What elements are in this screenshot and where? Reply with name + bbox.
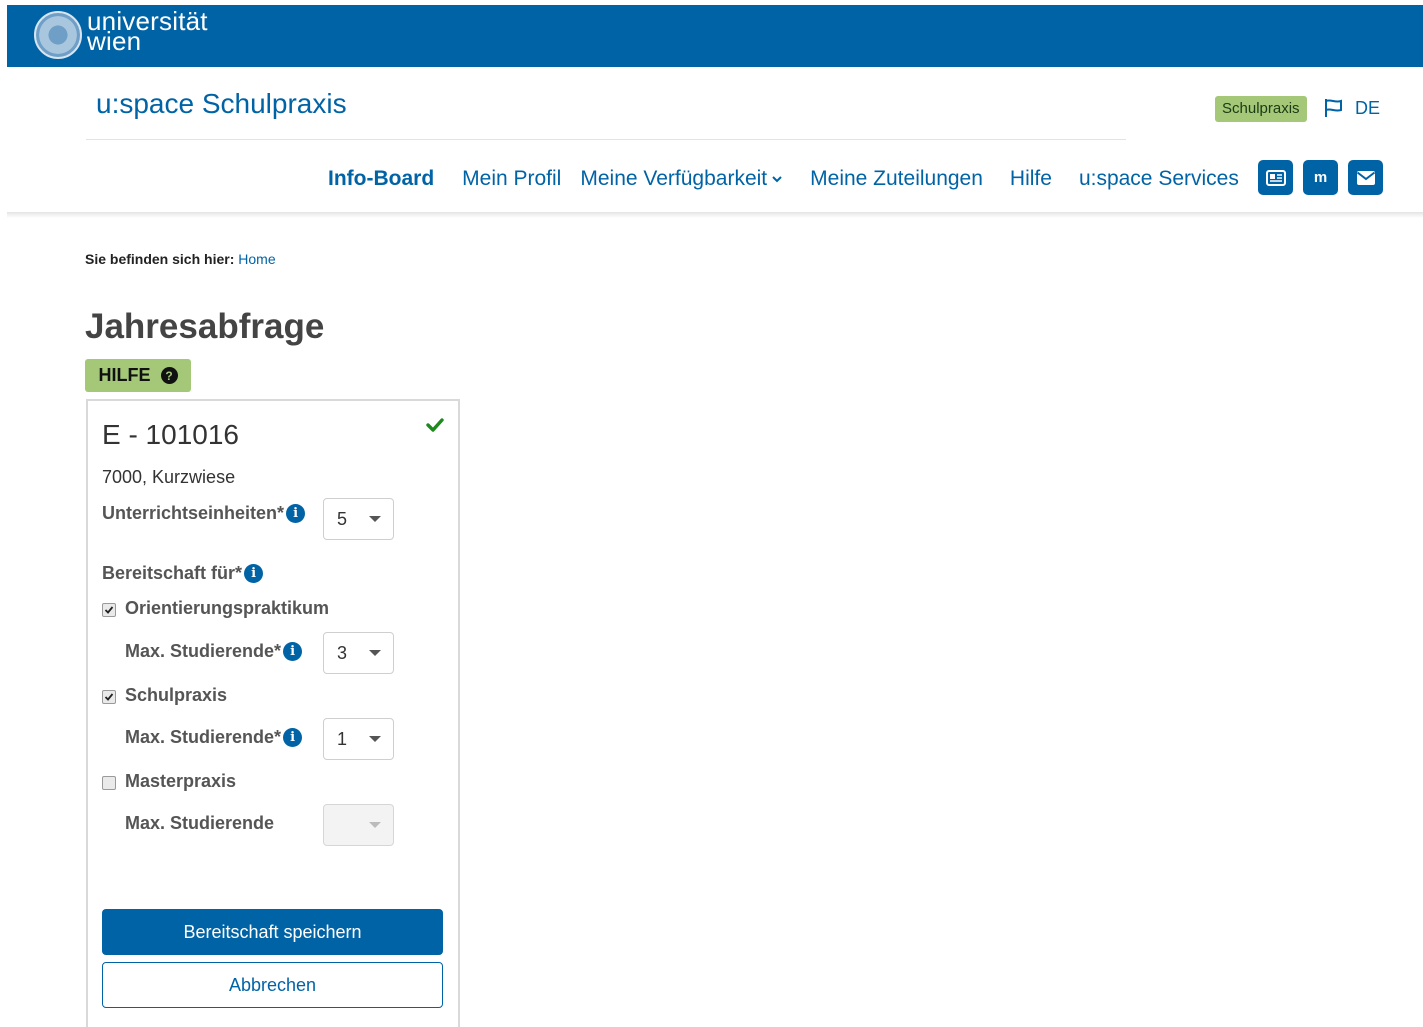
schulpraxis-max-value: 1 xyxy=(337,729,348,749)
orientierungspraktikum-checkbox[interactable] xyxy=(102,603,116,617)
top-bar: universität wien xyxy=(7,5,1423,67)
university-logo-text[interactable]: universität wien xyxy=(87,8,208,54)
nav-meine-zuteilungen[interactable]: Meine Zuteilungen xyxy=(810,167,983,191)
masterpraxis-max-select[interactable] xyxy=(323,804,394,846)
school-id-title: E - 101016 xyxy=(102,419,239,450)
moodle-button[interactable]: m xyxy=(1303,160,1338,195)
orientierungspraktikum-max-select[interactable]: 3 xyxy=(323,632,394,674)
readiness-label: Bereitschaft für* i xyxy=(102,563,264,584)
schulpraxis-max-select[interactable]: 1 xyxy=(323,718,394,760)
units-select[interactable]: 5 xyxy=(323,498,394,540)
help-button[interactable]: HILFE ? xyxy=(85,359,191,392)
breadcrumb: Sie befinden sich hier: Home xyxy=(85,251,276,267)
caret-down-icon xyxy=(369,736,381,742)
checkmark-icon xyxy=(104,606,114,614)
info-icon[interactable]: i xyxy=(286,504,306,523)
nav-uspace-services[interactable]: u:space Services xyxy=(1079,167,1239,191)
checkmark-icon xyxy=(104,693,114,701)
language-label: DE xyxy=(1355,97,1381,118)
header-divider xyxy=(86,139,1126,140)
breadcrumb-home-link[interactable]: Home xyxy=(238,251,275,267)
caret-down-icon xyxy=(369,516,381,522)
nav-info-board[interactable]: Info-Board xyxy=(328,167,434,191)
school-address: 7000, Kurzwiese xyxy=(102,467,236,487)
info-icon[interactable]: i xyxy=(283,642,303,661)
orientierungspraktikum-max-value: 3 xyxy=(337,643,348,663)
schulpraxis-label[interactable]: Schulpraxis xyxy=(125,685,227,706)
id-card-icon xyxy=(1265,169,1286,186)
max-students-label-text: Max. Studierende xyxy=(125,813,275,833)
max-students-label-text: Max. Studierende* xyxy=(125,641,282,661)
nav-meine-verfuegbarkeit-label: Meine Verfügbarkeit xyxy=(580,167,768,190)
breadcrumb-prefix: Sie befinden sich hier: xyxy=(85,251,235,267)
app-badge: Schulpraxis xyxy=(1215,96,1307,122)
units-select-value: 5 xyxy=(337,509,348,529)
info-icon[interactable]: i xyxy=(244,564,264,583)
units-label: Unterrichtseinheiten* i xyxy=(102,503,306,524)
caret-down-icon xyxy=(369,822,381,828)
schulpraxis-checkbox[interactable] xyxy=(102,690,116,704)
nav-shadow xyxy=(7,212,1423,218)
language-switcher[interactable]: DE xyxy=(1323,96,1380,120)
max-students-label: Max. Studierende* i xyxy=(125,727,303,748)
site-title[interactable]: u:space Schulpraxis xyxy=(96,88,347,120)
max-students-label-text: Max. Studierende* xyxy=(125,727,282,747)
caret-down-icon xyxy=(369,650,381,656)
page-title: Jahresabfrage xyxy=(85,307,325,346)
school-card: E - 101016 7000, Kurzwiese Unterrichtsei… xyxy=(86,399,460,1027)
orientierungspraktikum-label[interactable]: Orientierungspraktikum xyxy=(125,598,329,619)
nav-mein-profil[interactable]: Mein Profil xyxy=(462,167,561,191)
max-students-label: Max. Studierende* i xyxy=(125,641,303,662)
check-icon xyxy=(426,418,444,432)
cancel-button[interactable]: Abbrechen xyxy=(102,962,443,1008)
units-label-text: Unterrichtseinheiten* xyxy=(102,503,285,523)
mail-button[interactable] xyxy=(1348,160,1383,195)
masterpraxis-checkbox[interactable] xyxy=(102,776,116,790)
mail-icon xyxy=(1356,170,1375,185)
chevron-down-icon xyxy=(772,176,782,183)
id-card-button[interactable] xyxy=(1258,160,1293,195)
question-circle-icon: ? xyxy=(160,367,178,384)
main-nav: Info-Board Mein Profil Meine Verfügbarke… xyxy=(328,166,1239,192)
nav-meine-verfuegbarkeit[interactable]: Meine Verfügbarkeit xyxy=(580,167,783,191)
info-icon[interactable]: i xyxy=(283,728,303,747)
flag-icon xyxy=(1325,99,1342,117)
masterpraxis-label[interactable]: Masterpraxis xyxy=(125,771,236,792)
university-seal-logo[interactable] xyxy=(34,11,82,59)
moodle-icon: m xyxy=(1313,169,1328,186)
readiness-label-text: Bereitschaft für* xyxy=(102,563,243,583)
nav-hilfe[interactable]: Hilfe xyxy=(1010,167,1052,191)
save-readiness-button[interactable]: Bereitschaft speichern xyxy=(102,909,443,955)
max-students-label: Max. Studierende xyxy=(125,813,274,834)
help-button-label: HILFE xyxy=(98,365,151,385)
